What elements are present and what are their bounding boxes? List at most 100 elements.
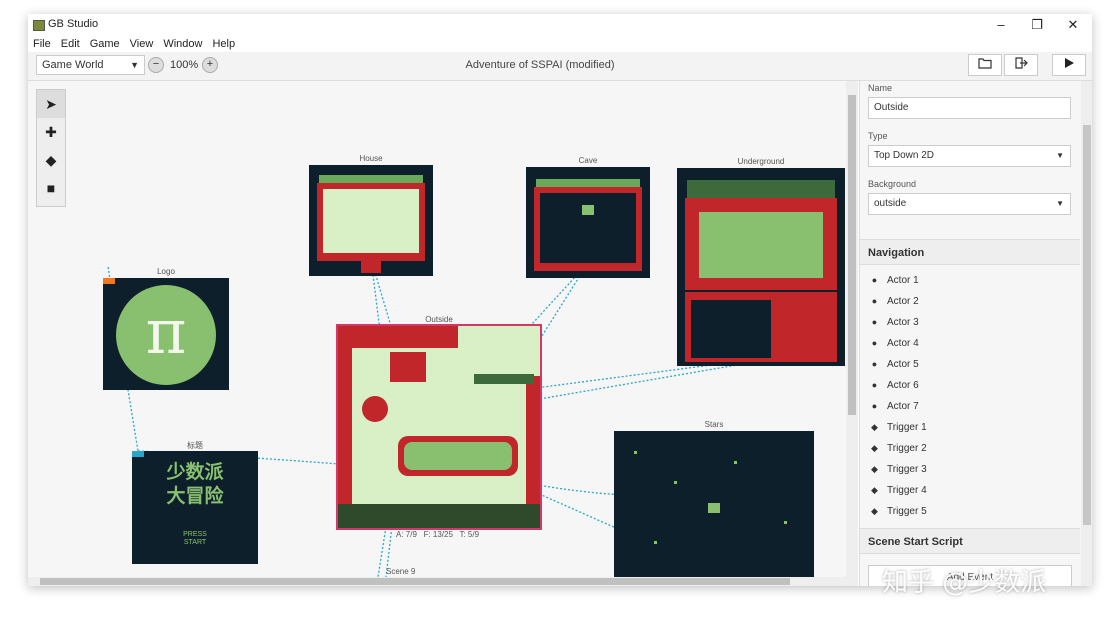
scene-cave[interactable]: Cave — [526, 156, 650, 278]
chevron-down-icon: ▼ — [1056, 151, 1064, 160]
star-dot — [654, 541, 657, 544]
outside-trees-left — [338, 326, 352, 528]
scene-label: Outside — [425, 315, 453, 324]
export-icon — [1015, 57, 1028, 69]
nav-item-trigger-5[interactable]: ◆ Trigger 5 — [868, 501, 1068, 522]
open-folder-button[interactable] — [968, 54, 1002, 76]
menu-window[interactable]: Window — [158, 36, 207, 52]
scene-stars[interactable]: Stars — [614, 420, 814, 577]
export-button[interactable] — [1004, 54, 1038, 76]
sidebar-scrollbar[interactable] — [1081, 81, 1092, 586]
underground-pit — [691, 300, 771, 358]
scene-type-select[interactable]: Top Down 2D ▼ — [868, 145, 1071, 167]
nav-item-actor-2[interactable]: ● Actor 2 — [868, 291, 1068, 312]
nav-item-label: Actor 4 — [887, 338, 919, 349]
actor-icon: ● — [871, 275, 878, 286]
nav-item-trigger-4[interactable]: ◆ Trigger 4 — [868, 480, 1068, 501]
canvas-vertical-scrollbar[interactable] — [846, 81, 858, 577]
cave-top — [536, 179, 640, 187]
select-tool-icon[interactable]: ➤ — [37, 90, 65, 118]
scene-label: 标题 — [187, 441, 203, 450]
nav-item-actor-4[interactable]: ● Actor 4 — [868, 333, 1068, 354]
nav-item-trigger-1[interactable]: ◆ Trigger 1 — [868, 417, 1068, 438]
nav-item-label: Actor 7 — [887, 401, 919, 412]
outside-fence — [474, 374, 534, 384]
house-door — [361, 261, 381, 273]
nav-item-actor-5[interactable]: ● Actor 5 — [868, 354, 1068, 375]
house-floor — [323, 189, 419, 253]
background-value: outside — [874, 198, 907, 209]
menu-edit[interactable]: Edit — [56, 36, 85, 52]
scene-outside[interactable]: Outside — [336, 315, 542, 530]
actor-icon: ● — [871, 296, 878, 307]
actor-icon: ● — [871, 401, 878, 412]
navigation-heading[interactable]: Navigation — [860, 239, 1080, 265]
chevron-down-icon: ▼ — [1056, 199, 1064, 208]
connection-marker — [132, 451, 144, 457]
star-dot — [674, 481, 677, 484]
trigger-diamond-icon: ◆ — [871, 443, 878, 454]
add-tool-icon[interactable]: ✚ — [37, 118, 65, 146]
folder-icon — [978, 58, 992, 69]
play-icon — [1065, 58, 1074, 68]
nav-item-trigger-2[interactable]: ◆ Trigger 2 — [868, 438, 1068, 459]
nav-item-actor-6[interactable]: ● Actor 6 — [868, 375, 1068, 396]
nav-item-actor-1[interactable]: ● Actor 1 — [868, 270, 1068, 291]
star-dot — [734, 461, 737, 464]
scene-start-script-heading[interactable]: Scene Start Script — [860, 528, 1080, 554]
nav-item-actor-7[interactable]: ● Actor 7 — [868, 396, 1068, 417]
scene-logo[interactable]: Logo π — [103, 267, 229, 390]
canvas-horizontal-scrollbar[interactable] — [28, 577, 858, 586]
nav-item-label: Trigger 1 — [887, 422, 927, 433]
scene-title[interactable]: 标题 少数派 大冒险 PRESS START — [132, 441, 258, 564]
app-window: GB Studio – ❐ ✕ File Edit Game View Window He… — [28, 14, 1092, 586]
window-title: GB Studio — [48, 18, 99, 30]
scene-label: Stars — [704, 420, 724, 429]
start-flag-icon — [103, 278, 115, 284]
actor-icon: ● — [871, 380, 878, 391]
underground-grass — [699, 212, 823, 278]
project-title: Adventure of SSPAI (modified) — [465, 59, 615, 71]
nav-item-label: Trigger 2 — [887, 443, 927, 454]
outside-stats: A: 7/9 F: 13/25 T: 5/9 — [396, 530, 480, 539]
actor-icon: ● — [871, 338, 878, 349]
scene-type-value: Top Down 2D — [874, 150, 935, 161]
menu-view[interactable]: View — [125, 36, 159, 52]
minimize-icon[interactable]: – — [986, 16, 1016, 34]
menu-help[interactable]: Help — [207, 36, 240, 52]
nav-item-actor-3[interactable]: ● Actor 3 — [868, 312, 1068, 333]
outside-house — [390, 352, 426, 382]
scene-label: Logo — [157, 267, 175, 276]
maximize-icon[interactable]: ❐ — [1022, 16, 1052, 34]
scene-house[interactable]: House — [309, 154, 433, 276]
scene-name-input[interactable]: Outside — [868, 97, 1071, 119]
title-bar: GB Studio – ❐ ✕ — [28, 14, 1092, 36]
menu-game[interactable]: Game — [85, 36, 125, 52]
close-icon[interactable]: ✕ — [1058, 16, 1088, 34]
menu-file[interactable]: File — [28, 36, 56, 52]
watermark: 知乎 @少数派 — [882, 568, 1047, 598]
press-text: PRESS — [183, 531, 207, 538]
scene-9-label: Scene 9 — [386, 567, 416, 576]
nav-item-label: Actor 5 — [887, 359, 919, 370]
actor-icon: ● — [871, 359, 878, 370]
app-icon — [33, 20, 45, 31]
scene-label: Underground — [737, 157, 785, 166]
trigger-diamond-icon: ◆ — [871, 485, 878, 496]
nav-item-trigger-3[interactable]: ◆ Trigger 3 — [868, 459, 1068, 480]
cube-tool-icon[interactable]: ■ — [37, 174, 65, 202]
pi-symbol-icon: π — [145, 295, 187, 368]
world-canvas[interactable]: ➤ ✚ ◆ ■ House Cave Underground Logo π Ou… — [28, 81, 858, 577]
run-button[interactable] — [1052, 54, 1086, 76]
stars-actor — [708, 503, 720, 513]
trigger-diamond-icon: ◆ — [871, 506, 878, 517]
cave-actor — [582, 205, 594, 215]
outside-bushes-bottom — [338, 504, 540, 528]
outside-pond — [404, 442, 512, 470]
nav-item-label: Trigger 4 — [887, 485, 927, 496]
background-select[interactable]: outside ▼ — [868, 193, 1071, 215]
actor-icon: ● — [871, 317, 878, 328]
scene-underground[interactable]: Underground — [677, 157, 845, 366]
nav-item-label: Trigger 3 — [887, 464, 927, 475]
eraser-tool-icon[interactable]: ◆ — [37, 146, 65, 174]
